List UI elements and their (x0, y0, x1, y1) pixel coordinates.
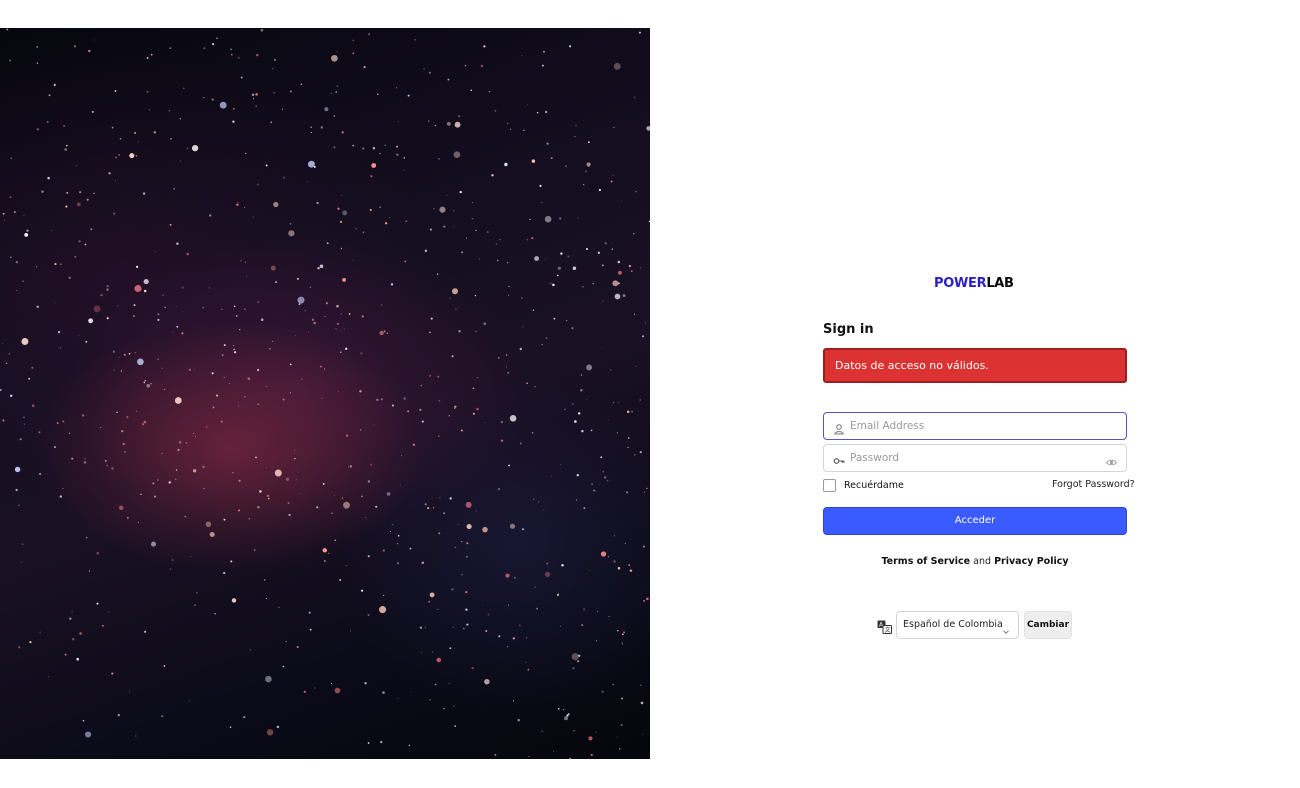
logo-part-lab: LAB (986, 276, 1014, 291)
language-selected: Español de Colombia (903, 619, 1003, 630)
starfield (0, 28, 650, 759)
forgot-password-link[interactable]: Forgot Password? (1052, 479, 1135, 490)
background-starfield-image (0, 28, 650, 759)
email-input[interactable] (850, 416, 1100, 436)
sign-in-button[interactable]: Acceder (823, 507, 1127, 535)
and-text: and (973, 556, 992, 567)
page-title: Sign in (823, 322, 874, 337)
translate-icon: A 文 (877, 619, 892, 634)
user-icon (833, 420, 845, 435)
eye-icon[interactable] (1106, 453, 1117, 466)
password-input[interactable] (850, 448, 1100, 468)
change-language-button[interactable]: Cambiar (1024, 611, 1072, 639)
privacy-policy-link[interactable]: Privacy Policy (994, 556, 1068, 567)
remember-me[interactable]: Recuérdame (823, 478, 904, 492)
password-field[interactable] (823, 444, 1127, 472)
remember-label: Recuérdame (844, 479, 904, 491)
logo-part-power: POWER (934, 276, 987, 291)
legal-links: Terms of Service and Privacy Policy (823, 556, 1127, 567)
key-icon (833, 452, 845, 464)
svg-text:文: 文 (885, 626, 891, 634)
terms-of-service-link[interactable]: Terms of Service (881, 556, 970, 567)
remember-checkbox[interactable] (823, 478, 836, 492)
error-alert: Datos de acceso no válidos. (823, 348, 1127, 383)
powerlab-logo: POWERLAB (934, 276, 1018, 292)
email-field[interactable] (823, 412, 1127, 440)
chevron-down-icon (1002, 621, 1010, 634)
language-select[interactable]: Español de Colombia (896, 611, 1019, 639)
